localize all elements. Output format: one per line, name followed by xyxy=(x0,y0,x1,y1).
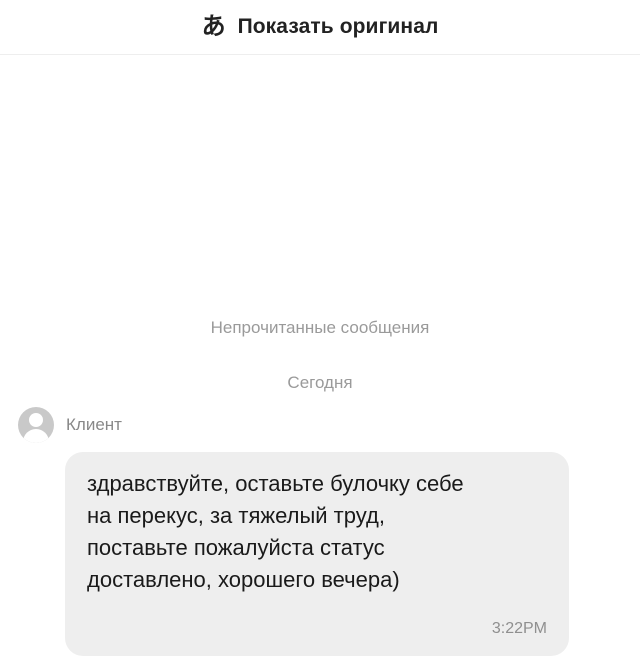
translate-icon: あ xyxy=(201,12,226,40)
message-line: здравствуйте, оставьте булочку себе xyxy=(87,471,464,496)
message-line: на перекус, за тяжелый труд, xyxy=(87,503,385,528)
translation-toggle-bar[interactable]: あ Показать оригинал xyxy=(0,0,640,55)
unread-messages-divider: Непрочитанные сообщения xyxy=(210,318,430,337)
message-text: здравствуйте, оставьте булочку себе на п… xyxy=(87,468,557,596)
message-line: поставьте пожалуйста статус xyxy=(87,535,385,560)
message-timestamp: 3:22PM xyxy=(491,620,547,637)
message-sender: Клиент xyxy=(18,407,122,443)
message-line: доставлено, хорошего вечера) xyxy=(87,567,400,592)
message-bubble[interactable]: здравствуйте, оставьте булочку себе на п… xyxy=(65,452,569,656)
sender-name: Клиент xyxy=(66,415,122,434)
avatar-placeholder-icon xyxy=(18,407,54,443)
today-date-divider: Сегодня xyxy=(287,373,353,392)
show-original-link[interactable]: Показать оригинал xyxy=(238,15,439,39)
